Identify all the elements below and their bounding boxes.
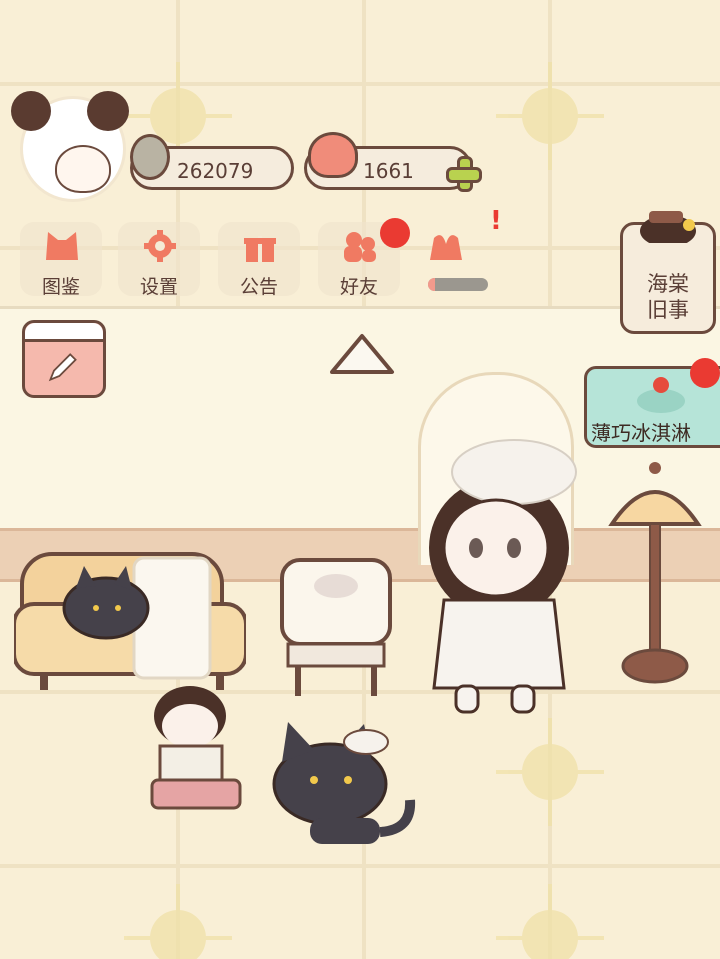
floor-ornament	[496, 884, 604, 959]
calendar-button[interactable]	[22, 320, 106, 398]
nav-friends-label: 好友	[339, 276, 378, 298]
event-alert-icon: !	[490, 206, 502, 236]
nav-collection-label: 图鉴	[41, 276, 80, 298]
avatar-hair-bun	[87, 91, 129, 131]
reading-character[interactable]	[146, 676, 246, 816]
event-progress-fill	[428, 278, 436, 291]
fish-currency-value: 262079	[177, 159, 254, 183]
floor-line	[0, 82, 720, 86]
event-progress-bar	[428, 278, 488, 291]
friends-notification-dot	[380, 218, 410, 248]
nav-announcement-label: 公告	[239, 276, 278, 298]
gear-icon	[144, 230, 176, 262]
gift-icon	[244, 236, 276, 262]
pencil-icon	[48, 353, 77, 382]
floor-ornament	[496, 718, 604, 826]
main-character[interactable]	[414, 430, 584, 720]
story-button[interactable]: 海棠 旧事	[620, 211, 716, 334]
banner-notification-dot	[690, 358, 720, 388]
sofa[interactable]	[14, 544, 246, 694]
heart-hands-icon	[430, 235, 462, 260]
nav-announcement-button[interactable]: 公告	[218, 222, 300, 298]
floor-ornament	[124, 884, 232, 959]
cat-face-icon	[46, 232, 78, 260]
black-cat[interactable]	[270, 722, 420, 852]
floor-lamp[interactable]	[602, 460, 708, 686]
nav-settings-label: 设置	[139, 276, 178, 298]
avatar-face	[55, 145, 111, 193]
friends-icon	[344, 232, 376, 262]
heart-currency-value: 1661	[363, 159, 414, 183]
ice-cream-icon	[637, 377, 685, 413]
story-title: 海棠 旧事	[647, 272, 689, 322]
nav-settings-button[interactable]: 设置	[118, 222, 200, 298]
floor-ornament	[496, 62, 604, 170]
calendar-header	[25, 323, 103, 342]
scroll-up-arrow-icon[interactable]	[326, 330, 398, 378]
avatar-hair-bun	[11, 91, 51, 131]
story-character-icon	[640, 211, 696, 243]
heart-icon	[308, 132, 358, 178]
add-currency-plus-icon[interactable]	[446, 156, 482, 192]
fish-icon	[130, 134, 170, 180]
nav-collection-button[interactable]: 图鉴	[20, 222, 102, 298]
banner-label: 薄巧冰淇淋	[591, 421, 691, 445]
side-table[interactable]	[280, 556, 392, 700]
player-avatar[interactable]	[11, 91, 129, 202]
floor-line	[0, 864, 720, 868]
